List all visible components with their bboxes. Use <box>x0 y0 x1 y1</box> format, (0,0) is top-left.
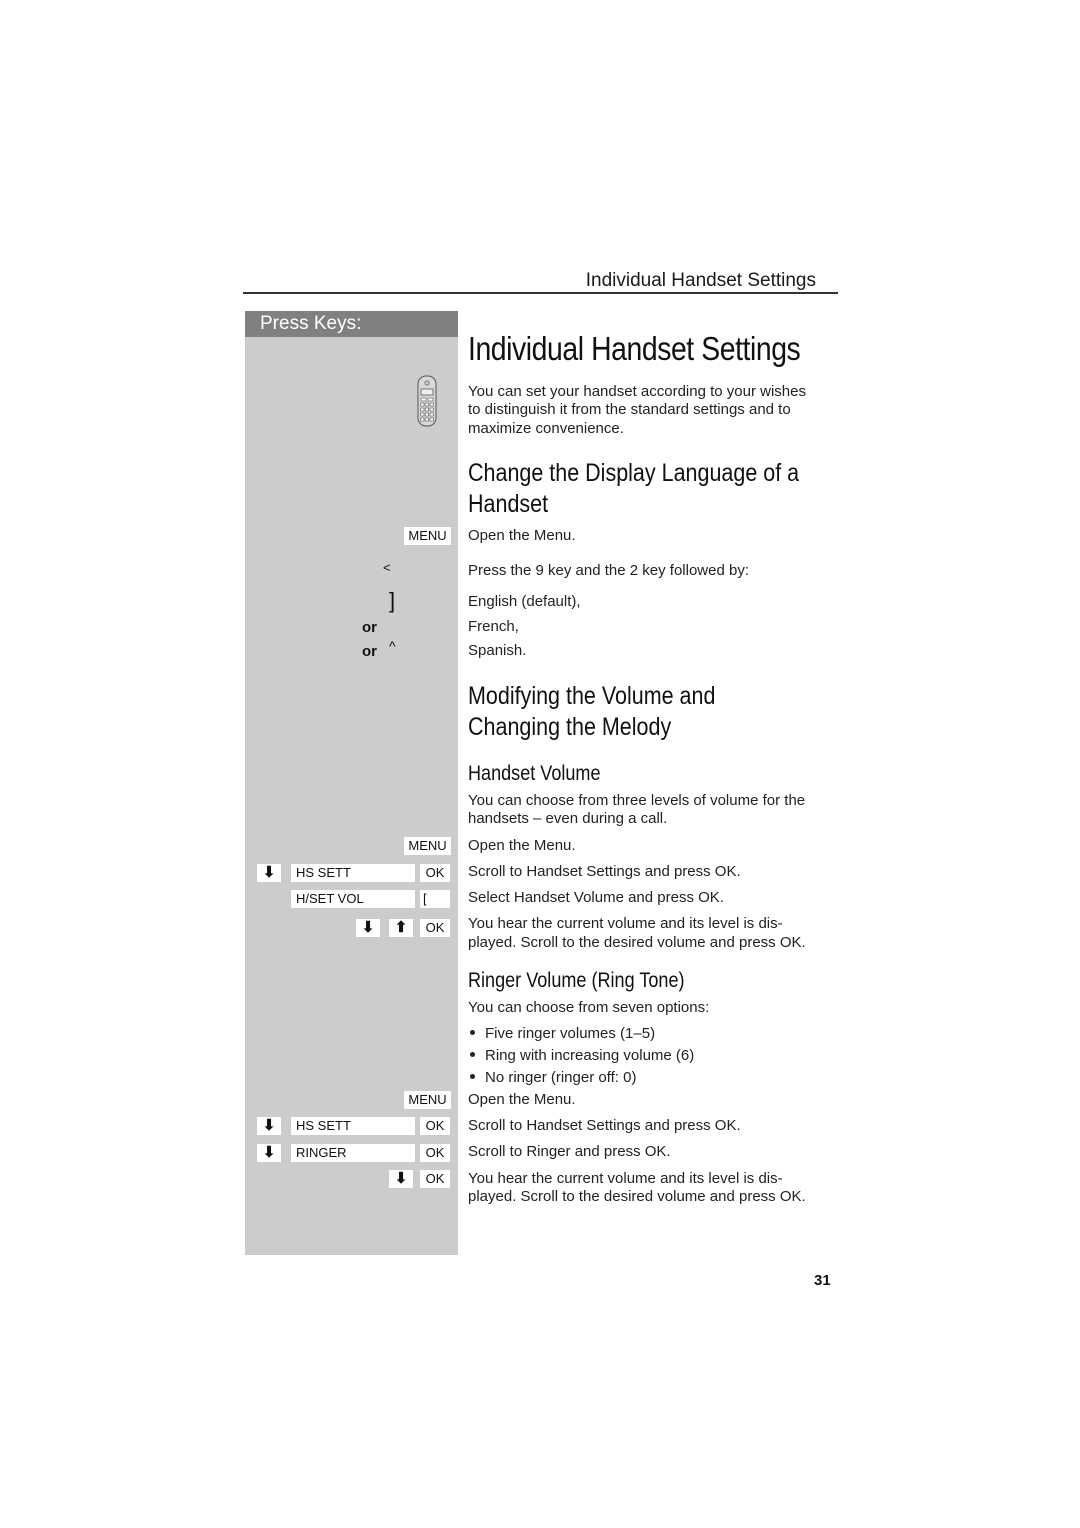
step-text: You hear the current volume and its leve… <box>468 915 783 932</box>
or-label: or <box>362 643 377 660</box>
step-text: played. Scroll to the desired volume and… <box>468 934 806 951</box>
option-french: French, <box>468 618 519 635</box>
handset-volume-heading: Handset Volume <box>468 762 601 785</box>
step-text: Open the Menu. <box>468 837 576 854</box>
page-number: 31 <box>814 1272 831 1289</box>
step-text: Scroll to Handset Settings and press OK. <box>468 1117 741 1134</box>
arrow-down-icon[interactable]: ⬇ <box>257 864 281 882</box>
page-title: Individual Handset Settings <box>468 330 801 367</box>
bullet-icon <box>470 1052 475 1058</box>
bullet-icon <box>470 1030 475 1036</box>
key-symbol[interactable]: ^ <box>389 638 396 654</box>
display-ringer: RINGER <box>291 1144 415 1162</box>
bullet-icon <box>470 1074 475 1080</box>
or-label: or <box>362 619 377 636</box>
bullet-item: No ringer (ringer off: 0) <box>468 1069 636 1086</box>
sidebar-header: Press Keys: <box>245 311 458 337</box>
key-9-symbol[interactable]: < <box>383 560 391 575</box>
handset-volume-intro-1: You can choose from three levels of volu… <box>468 792 806 809</box>
header-rule <box>243 292 838 294</box>
bullet-text: Five ringer volumes (1–5) <box>485 1025 656 1042</box>
menu-key[interactable]: MENU <box>404 1091 451 1109</box>
step-text: Press the 9 key and the 2 key followed b… <box>468 562 749 579</box>
bullet-item: Five ringer volumes (1–5) <box>468 1025 655 1042</box>
arrow-down-icon[interactable]: ⬇ <box>356 919 380 937</box>
intro-line-2: to distinguish it from the standard sett… <box>468 401 791 418</box>
step-text: Select Handset Volume and press OK. <box>468 889 724 906</box>
intro-line-1: You can set your handset according to yo… <box>468 383 806 400</box>
arrow-up-icon[interactable]: ⬆ <box>389 919 413 937</box>
display-hset-vol: H/SET VOL <box>291 890 415 908</box>
option-english: English (default), <box>468 593 581 610</box>
step-text: Open the Menu. <box>468 527 576 544</box>
volume-heading-line-1: Modifying the Volume and <box>468 682 716 710</box>
option-spanish: Spanish. <box>468 642 527 659</box>
ok-key[interactable]: OK <box>420 1144 450 1162</box>
key-2-symbol[interactable]: ] <box>389 588 395 614</box>
step-text: Scroll to Ringer and press OK. <box>468 1143 671 1160</box>
display-hs-sett: HS SETT <box>291 864 415 882</box>
ok-key[interactable]: OK <box>420 864 450 882</box>
language-heading-line-2: Handset <box>468 490 549 518</box>
select-key[interactable]: [ <box>420 890 450 908</box>
ringer-volume-intro: You can choose from seven options: <box>468 999 710 1016</box>
volume-heading-line-2: Changing the Melody <box>468 713 672 741</box>
ok-key[interactable]: OK <box>420 1117 450 1135</box>
menu-key[interactable]: MENU <box>404 527 451 545</box>
arrow-down-icon[interactable]: ⬇ <box>257 1117 281 1135</box>
bullet-text: Ring with increasing volume (6) <box>485 1047 695 1064</box>
arrow-down-icon[interactable]: ⬇ <box>389 1170 413 1188</box>
ringer-volume-heading: Ringer Volume (Ring Tone) <box>468 969 685 992</box>
menu-key[interactable]: MENU <box>404 837 451 855</box>
bullet-text: No ringer (ringer off: 0) <box>485 1069 637 1086</box>
language-heading-line-1: Change the Display Language of a <box>468 459 800 487</box>
bullet-item: Ring with increasing volume (6) <box>468 1047 694 1064</box>
step-text: Scroll to Handset Settings and press OK. <box>468 863 741 880</box>
running-head: Individual Handset Settings <box>585 270 816 291</box>
step-text: You hear the current volume and its leve… <box>468 1170 783 1187</box>
intro-line-3: maximize convenience. <box>468 420 624 437</box>
step-text: played. Scroll to the desired volume and… <box>468 1188 806 1205</box>
arrow-down-icon[interactable]: ⬇ <box>257 1144 281 1162</box>
display-hs-sett: HS SETT <box>291 1117 415 1135</box>
sidebar-title: Press Keys: <box>260 313 362 334</box>
ok-key[interactable]: OK <box>420 1170 450 1188</box>
step-text: Open the Menu. <box>468 1091 576 1108</box>
handset-icon <box>417 375 437 432</box>
handset-volume-intro-2: handsets – even during a call. <box>468 810 668 827</box>
ok-key[interactable]: OK <box>420 919 450 937</box>
